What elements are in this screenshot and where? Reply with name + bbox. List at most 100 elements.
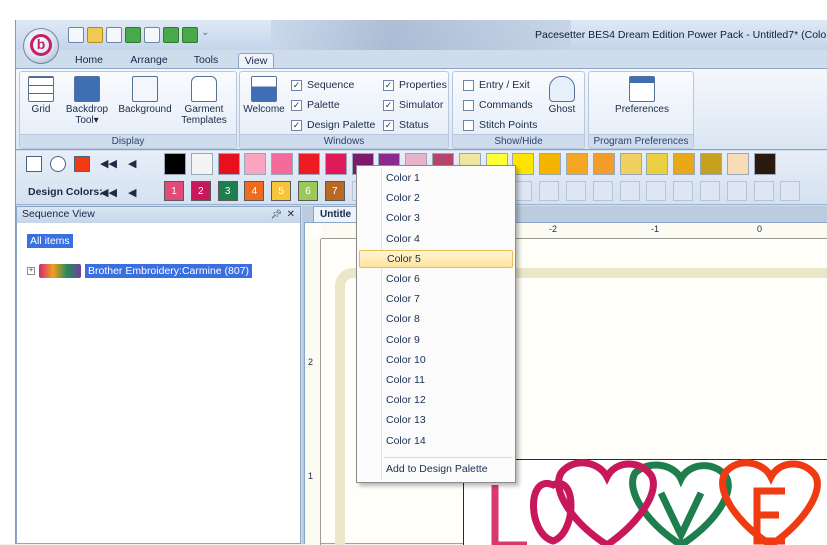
redo-icon[interactable] <box>182 27 198 43</box>
design-palette-checkbox[interactable]: ✓ Design Palette <box>291 119 375 131</box>
menu-item-color-14[interactable]: Color 14 <box>359 432 513 450</box>
preferences-label: Preferences <box>615 104 669 115</box>
preferences-icon <box>629 76 655 102</box>
design-color-swatch[interactable]: 3 <box>217 181 238 201</box>
ghost-icon <box>549 76 575 102</box>
palette-swatch[interactable] <box>700 153 722 175</box>
palette-swatch[interactable] <box>753 153 776 175</box>
design-colors-label: Design Colors: <box>28 186 103 198</box>
first-page-icon[interactable]: ◀◀ <box>100 157 117 170</box>
palette-checkbox[interactable]: ✓ Palette <box>291 99 340 111</box>
palette-grid-icon[interactable] <box>26 156 42 172</box>
empty-design-slot[interactable] <box>780 181 801 201</box>
empty-design-slot[interactable] <box>646 181 667 201</box>
close-icon[interactable]: ✕ <box>287 207 295 222</box>
empty-design-slot[interactable] <box>726 181 747 201</box>
menu-item-color-1[interactable]: Color 1 <box>359 169 513 187</box>
sequence-checkbox[interactable]: ✓ Sequence <box>291 79 354 91</box>
design-color-swatch[interactable]: 5 <box>271 181 292 201</box>
backdrop-tool-label: Backdrop Tool▾ <box>65 104 109 126</box>
display-group: Grid Backdrop Tool▾ Background Garment T… <box>19 71 237 149</box>
window-title: Pacesetter BES4 Dream Edition Power Pack… <box>535 29 827 41</box>
palette-swatch[interactable] <box>217 153 240 175</box>
palette-swatch[interactable] <box>592 153 615 175</box>
menu-item-color-6[interactable]: Color 6 <box>359 270 513 288</box>
palette-swatch[interactable] <box>566 153 588 175</box>
palette-swatch[interactable] <box>190 153 213 175</box>
design-prev-icon[interactable]: ◀ <box>128 186 136 199</box>
menu-item-color-8[interactable]: Color 8 <box>359 310 513 328</box>
design-first-icon[interactable]: ◀◀ <box>100 186 117 199</box>
sequence-node[interactable]: + Brother Embroidery:Carmine (807) <box>27 264 253 278</box>
palette-swatch[interactable] <box>673 153 696 175</box>
backdrop-tool-button[interactable]: Backdrop Tool▾ <box>62 76 112 126</box>
palette-swatch[interactable] <box>646 153 669 175</box>
prev-page-icon[interactable]: ◀ <box>128 157 136 170</box>
palette-swatch[interactable] <box>324 153 347 175</box>
preferences-button[interactable]: Preferences <box>607 76 677 115</box>
menu-item-color-12[interactable]: Color 12 <box>359 391 513 409</box>
palette-swatch[interactable] <box>619 153 642 175</box>
design-color-swatch[interactable]: 7 <box>324 181 345 201</box>
empty-design-slot[interactable] <box>753 181 774 201</box>
palette-swatch[interactable] <box>244 153 267 175</box>
entry-exit-checkbox[interactable]: Entry / Exit <box>463 79 530 91</box>
checkbox-label: Entry / Exit <box>479 79 530 91</box>
grid-button[interactable]: Grid <box>23 76 59 115</box>
design-color-swatch[interactable]: 2 <box>190 181 211 201</box>
color-context-menu: Color 1 Color 2 Color 3 Color 4 Color 5 Color… <box>356 165 516 483</box>
checkbox-label: Commands <box>479 99 533 111</box>
print-icon[interactable] <box>144 27 160 43</box>
menu-item-color-3[interactable]: Color 3 <box>359 209 513 227</box>
checkbox-box: ✓ <box>383 99 394 111</box>
welcome-label: Welcome <box>243 104 285 115</box>
menu-item-color-9[interactable]: Color 9 <box>359 331 513 349</box>
checkbox-label: Status <box>399 119 429 131</box>
save-icon[interactable] <box>106 27 122 43</box>
menu-item-color-10[interactable]: Color 10 <box>359 351 513 369</box>
status-checkbox[interactable]: ✓ Status <box>383 119 429 131</box>
export-icon[interactable] <box>125 27 141 43</box>
letter-v <box>657 491 705 544</box>
properties-checkbox[interactable]: ✓ Properties <box>383 79 447 91</box>
design-color-swatch[interactable]: 6 <box>298 181 318 201</box>
empty-design-slot[interactable] <box>539 181 560 201</box>
menu-item-color-4[interactable]: Color 4 <box>359 230 513 248</box>
new-file-icon[interactable] <box>68 27 84 43</box>
design-color-swatch[interactable]: 1 <box>164 181 184 201</box>
palette-swatch[interactable] <box>539 153 562 175</box>
stitch-points-checkbox[interactable]: Stitch Points <box>463 119 537 131</box>
garment-templates-button[interactable]: Garment Templates <box>178 76 230 126</box>
palette-swatch[interactable] <box>271 153 294 175</box>
palette-swatch[interactable] <box>164 153 186 175</box>
menu-item-color-7[interactable]: Color 7 <box>359 290 513 308</box>
add-to-design-palette-item[interactable]: Add to Design Palette <box>359 460 513 478</box>
menu-item-color-2[interactable]: Color 2 <box>359 189 513 207</box>
current-color-swatch[interactable] <box>74 156 90 172</box>
background-button[interactable]: Background <box>116 76 174 115</box>
undo-icon[interactable] <box>163 27 179 43</box>
open-folder-icon[interactable] <box>87 27 103 43</box>
zoom-icon[interactable] <box>50 156 66 172</box>
menu-item-color-13[interactable]: Color 13 <box>359 411 513 429</box>
expand-icon[interactable]: + <box>27 267 35 275</box>
ghost-button[interactable]: Ghost <box>543 76 581 115</box>
qat-dropdown-icon[interactable]: ⌄ <box>201 27 209 43</box>
all-items-node[interactable]: All items <box>27 234 73 248</box>
simulator-checkbox[interactable]: ✓ Simulator <box>383 99 443 111</box>
empty-design-slot[interactable] <box>673 181 694 201</box>
commands-checkbox[interactable]: Commands <box>463 99 533 111</box>
palette-swatch[interactable] <box>726 153 749 175</box>
pin-icon[interactable]: 📌︎ <box>271 207 282 222</box>
menu-item-color-5[interactable]: Color 5 <box>359 249 513 268</box>
checkbox-label: Sequence <box>307 79 355 91</box>
welcome-button[interactable]: Welcome <box>242 76 286 115</box>
design-color-swatch[interactable]: 4 <box>244 181 265 201</box>
menu-item-color-11[interactable]: Color 11 <box>359 371 513 389</box>
app-orb-icon[interactable]: b <box>23 28 59 64</box>
empty-design-slot[interactable] <box>592 181 613 201</box>
empty-design-slot[interactable] <box>566 181 586 201</box>
empty-design-slot[interactable] <box>619 181 640 201</box>
palette-swatch[interactable] <box>298 153 320 175</box>
empty-design-slot[interactable] <box>700 181 720 201</box>
